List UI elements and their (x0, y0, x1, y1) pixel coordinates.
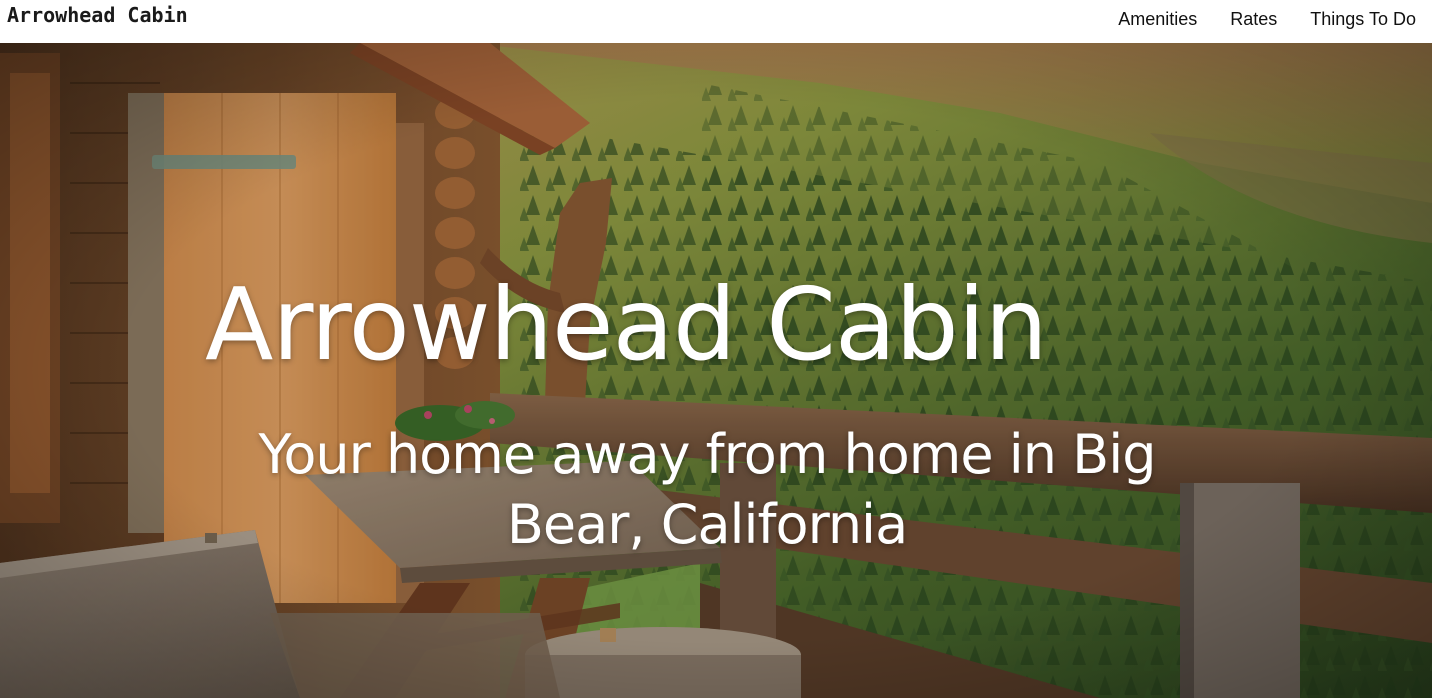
hero-section: Arrowhead Cabin Your home away from home… (0, 43, 1432, 698)
nav-link-things-to-do[interactable]: Things To Do (1310, 9, 1416, 30)
top-navbar: Arrowhead Cabin Amenities Rates Things T… (0, 0, 1432, 43)
nav-link-amenities[interactable]: Amenities (1118, 9, 1197, 30)
nav-link-rates[interactable]: Rates (1230, 9, 1277, 30)
nav-links: Amenities Rates Things To Do (1118, 9, 1416, 30)
hero-background-image (0, 43, 1432, 698)
brand-link[interactable]: Arrowhead Cabin (7, 3, 188, 27)
